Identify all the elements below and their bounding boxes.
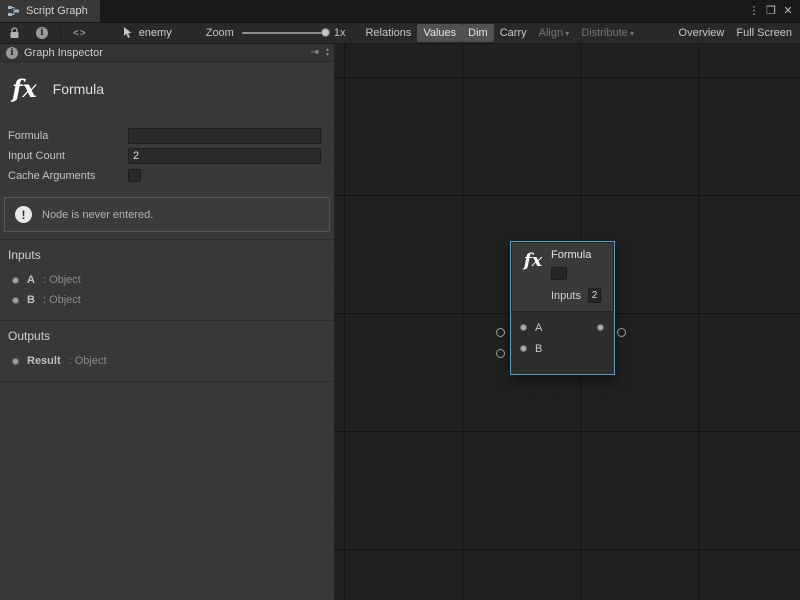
tab-script-graph[interactable]: Script Graph [0,0,100,22]
port-dot-icon [12,358,19,365]
node-formula-input[interactable] [551,267,567,280]
overview-button[interactable]: Overview [673,24,731,42]
port-label: B [535,343,542,355]
warning-box: ! Node is never entered. [4,197,330,232]
node-type-title: Formula [53,81,104,97]
fx-icon: fx [12,74,37,103]
target-name: enemy [139,27,172,39]
fullscreen-button[interactable]: Full Screen [730,24,798,42]
dock-icon[interactable]: ⇥ [311,47,319,58]
external-port-result-icon[interactable] [617,328,626,337]
fx-icon: fx [515,249,551,303]
zoom-value: 1x [334,27,346,39]
port-dot-icon [12,297,19,304]
node-footer [511,361,614,374]
node-header: fx Formula Inputs 2 [511,242,614,311]
warning-icon: ! [15,206,32,223]
external-port-b-icon[interactable] [496,349,505,358]
output-port-result-icon[interactable] [597,324,604,331]
port-dot-icon [12,277,19,284]
scroll-arrows-icon[interactable]: ▲▼ [325,48,330,58]
maximize-icon[interactable]: ❒ [763,2,779,20]
input-count-input[interactable]: 2 [128,148,321,164]
formula-node[interactable]: fx Formula Inputs 2 A [510,241,615,375]
outputs-section: Outputs Result : Object [0,320,334,382]
zoom-slider[interactable] [242,32,326,34]
node-port-row-a: A [511,317,614,338]
inspector-fields: Formula Input Count 2 Cache Arguments [0,127,334,184]
inputs-section: Inputs A : Object B : Object [0,239,334,320]
input-port-row-b: B : Object [0,290,334,310]
graph-toolbar: i <> enemy Zoom 1x Relations Values Dim … [0,22,800,44]
node-port-row-b: B [511,338,614,359]
port-label: A [535,322,542,334]
zoom-knob[interactable] [321,28,330,37]
input-count-field-row: Input Count 2 [8,147,334,164]
external-port-a-icon[interactable] [496,328,505,337]
toolbar-divider [60,26,61,40]
inspector-header: i Graph Inspector ⇥ ▲▼ [0,44,334,62]
outputs-heading: Outputs [0,329,334,343]
zoom-label: Zoom [206,27,234,39]
script-graph-window: Script Graph ⋮ ❒ ✕ i <> enemy Zoom 1x [0,0,800,600]
port-name: A [27,274,35,286]
formula-field-label: Formula [8,130,128,142]
port-name: B [27,294,35,306]
graph-inspector-panel: i Graph Inspector ⇥ ▲▼ fx Formula Formul… [0,44,335,600]
align-button[interactable]: Align [533,24,576,42]
distribute-button[interactable]: Distribute [575,24,640,42]
dim-button[interactable]: Dim [462,24,494,42]
graph-icon [8,5,20,17]
inspector-node-title: fx Formula [0,62,334,127]
node-inputs-count-input[interactable]: 2 [588,288,601,303]
window-controls: ⋮ ❒ ✕ [746,0,800,22]
input-count-label: Input Count [8,150,128,162]
formula-input[interactable] [128,128,321,144]
output-port-row-result: Result : Object [0,351,334,371]
inspector-title: Graph Inspector [24,47,103,59]
relations-button[interactable]: Relations [359,24,417,42]
info-icon[interactable]: i [36,25,48,41]
pointer-icon [123,27,134,39]
inputs-heading: Inputs [0,248,334,262]
code-icon[interactable]: <> [73,25,87,41]
carry-button[interactable]: Carry [494,24,533,42]
input-port-b-icon[interactable] [520,345,527,352]
warning-text: Node is never entered. [42,209,153,221]
info-icon: i [6,47,18,59]
node-ports: A B [511,311,614,361]
port-type: : Object [69,355,107,367]
node-inputs-label: Inputs [551,290,581,302]
port-name: Result [27,355,61,367]
cache-arguments-field-row: Cache Arguments [8,167,334,184]
values-button[interactable]: Values [417,24,462,42]
input-port-row-a: A : Object [0,270,334,290]
formula-field-row: Formula [8,127,334,144]
graph-target[interactable]: enemy [123,27,172,39]
close-icon[interactable]: ✕ [780,2,796,20]
cache-arguments-label: Cache Arguments [8,170,128,182]
graph-canvas[interactable]: fx Formula Inputs 2 A [335,44,800,600]
lock-icon[interactable] [6,25,22,41]
input-port-a-icon[interactable] [520,324,527,331]
port-type: : Object [43,274,81,286]
tab-bar: Script Graph ⋮ ❒ ✕ [0,0,800,22]
cache-arguments-checkbox[interactable] [128,169,141,182]
menu-icon[interactable]: ⋮ [746,2,762,20]
node-title: Formula [551,249,608,261]
port-type: : Object [43,294,81,306]
tab-label: Script Graph [26,5,88,17]
